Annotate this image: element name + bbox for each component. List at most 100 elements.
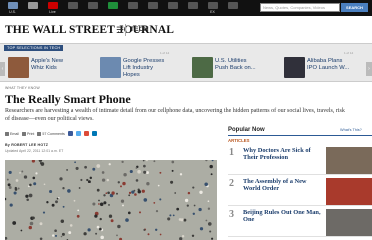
- strip-tile[interactable]: Apple's New Whiz Kids: [8, 51, 88, 80]
- nav-item-5[interactable]: [104, 0, 121, 16]
- subscribe-icon: [67, 2, 78, 9]
- tile-thumbnail[interactable]: [8, 57, 29, 78]
- crowd-person: [25, 194, 29, 198]
- search-input[interactable]: News, Quotes, Companies, Videos: [260, 3, 340, 12]
- tile-title[interactable]: Alibaba Plans IPO Launch W...: [307, 58, 351, 72]
- us-edition-icon: [7, 2, 18, 9]
- tile-title[interactable]: U.S. Utilities Push Back on...: [215, 58, 259, 72]
- whats-this-link[interactable]: What's This?: [340, 128, 362, 132]
- nav-item-4[interactable]: [84, 0, 101, 16]
- crowd-person: [75, 166, 79, 170]
- email-button[interactable]: Email: [5, 131, 19, 136]
- popular-thumbnail[interactable]: [326, 178, 372, 205]
- popular-item[interactable]: 1 Why Doctors Are Sick of Their Professio…: [228, 145, 372, 175]
- nav-item-9[interactable]: [184, 0, 201, 16]
- comments-label: 57 Comments: [42, 131, 65, 136]
- crowd-person: [181, 235, 185, 238]
- strip-tile[interactable]: U.S. Utilities Push Back on...: [192, 51, 272, 80]
- tile-counter: 1 of 14: [344, 51, 354, 55]
- tile-title[interactable]: Google Presses Lift Industry Hopes: [123, 58, 167, 78]
- crowd-aerial-image: [5, 160, 217, 240]
- comments-button[interactable]: 57 Comments: [37, 131, 65, 136]
- crowd-person: [209, 230, 212, 233]
- nav-item-0[interactable]: U.S.: [4, 0, 21, 16]
- crowd-person: [159, 198, 162, 201]
- nav-item-11[interactable]: [224, 0, 241, 16]
- nav-item-8[interactable]: [164, 0, 181, 16]
- facebook-icon[interactable]: [67, 131, 73, 136]
- nav-item-2[interactable]: Live: [44, 0, 61, 16]
- tile-thumbnail[interactable]: [284, 57, 305, 78]
- popular-title-link[interactable]: The Assembly of a New World Order: [243, 178, 321, 192]
- tile-thumbnail[interactable]: [100, 57, 121, 78]
- popular-thumbnail[interactable]: [326, 147, 372, 174]
- crowd-person: [128, 191, 132, 195]
- crowd-person: [108, 203, 110, 206]
- strip-next-arrow-icon[interactable]: ›: [366, 62, 372, 76]
- crowd-person: [128, 194, 131, 197]
- crowd-person: [135, 167, 138, 169]
- crowd-person: [120, 199, 125, 203]
- print-label: Print: [27, 131, 35, 136]
- nav-item-1[interactable]: [24, 0, 41, 16]
- crowd-person: [7, 183, 11, 187]
- crowd-person: [55, 200, 58, 204]
- print-button[interactable]: Print: [22, 131, 35, 136]
- crowd-person: [101, 171, 105, 174]
- crowd-person: [59, 177, 63, 181]
- menu-icon[interactable]: ☰: [116, 25, 124, 36]
- crowd-person: [23, 175, 28, 179]
- crowd-person: [76, 214, 80, 218]
- crowd-person: [60, 235, 63, 238]
- search-button[interactable]: SEARCH: [341, 3, 368, 12]
- crowd-person: [171, 160, 175, 164]
- crowd-person: [69, 224, 73, 227]
- crowd-person: [67, 189, 71, 193]
- section-title[interactable]: TECH: [130, 26, 149, 33]
- top-selections-strip: TOP SELECTIONS IN TECH ‹ Apple's New Whi…: [0, 44, 372, 82]
- crowd-person: [159, 233, 162, 236]
- popular-title-link[interactable]: Why Doctors Are Sick of Their Profession: [243, 147, 321, 161]
- article-kicker[interactable]: WHAT THEY KNOW: [5, 86, 40, 90]
- strip-tile[interactable]: 1 of 14 Alibaba Plans IPO Launch W...: [284, 51, 364, 80]
- crowd-person: [192, 212, 195, 215]
- nav-item-3[interactable]: [64, 0, 81, 16]
- crowd-person: [129, 169, 133, 174]
- popular-thumbnail[interactable]: [326, 209, 372, 236]
- crowd-person: [122, 204, 124, 207]
- crowd-person: [210, 173, 213, 176]
- popular-title-link[interactable]: Beijing Rules Out One Man, One: [243, 209, 321, 223]
- crowd-person: [61, 232, 65, 236]
- crowd-person: [86, 178, 89, 182]
- nav-item-6[interactable]: [124, 0, 141, 16]
- article-byline[interactable]: By ROBERT LEE HOTZ: [5, 143, 48, 147]
- nav-item-10[interactable]: EX: [204, 0, 221, 16]
- crowd-person: [134, 193, 137, 196]
- crowd-person: [176, 207, 180, 211]
- crowd-person: [101, 178, 106, 182]
- popular-item[interactable]: 2 The Assembly of a New World Order: [228, 176, 372, 206]
- strip-tile[interactable]: 1 of 14 Google Presses Lift Industry Hope…: [100, 51, 180, 80]
- linkedin-icon[interactable]: [91, 131, 97, 136]
- crowd-person: [56, 197, 59, 200]
- crowd-person: [99, 227, 102, 231]
- market-data-icon: [107, 2, 118, 9]
- crowd-person: [17, 187, 20, 190]
- crowd-person: [143, 170, 147, 174]
- crowd-person: [98, 203, 100, 205]
- tile-title[interactable]: Apple's New Whiz Kids: [31, 58, 75, 72]
- popular-item[interactable]: 3 Beijing Rules Out One Man, One: [228, 207, 372, 237]
- crowd-person: [19, 172, 21, 174]
- crowd-person: [84, 165, 87, 169]
- strip-prev-arrow-icon[interactable]: ‹: [0, 62, 5, 76]
- crowd-person: [153, 160, 156, 163]
- google-plus-icon[interactable]: [83, 131, 89, 136]
- crowd-person: [8, 186, 12, 189]
- crowd-person: [187, 191, 191, 195]
- articles-label[interactable]: ARTICLES: [228, 138, 250, 143]
- tile-counter: 1 of 14: [160, 51, 170, 55]
- nav-item-7[interactable]: [144, 0, 161, 16]
- twitter-icon[interactable]: [75, 131, 81, 136]
- tile-thumbnail[interactable]: [192, 57, 213, 78]
- blogs-icon: [127, 2, 138, 9]
